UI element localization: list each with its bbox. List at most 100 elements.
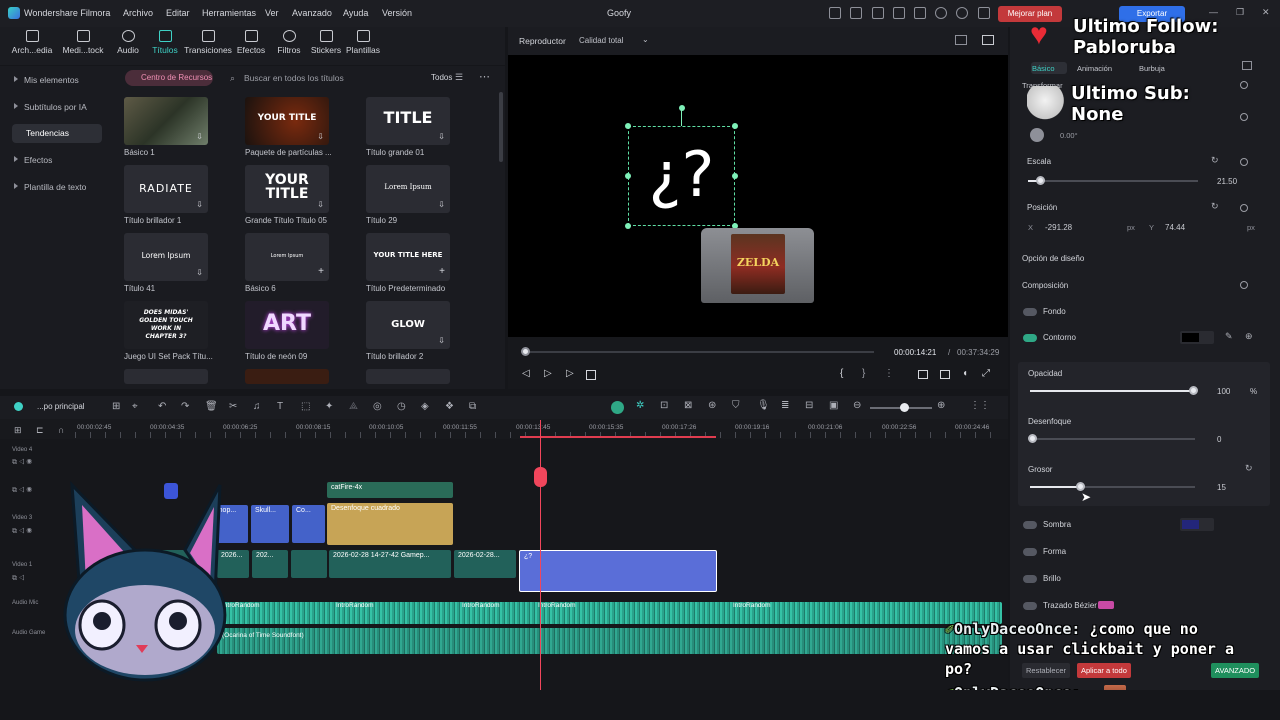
blur-slider-track[interactable] [1030,438,1195,440]
scale-value[interactable]: 21.50 [1217,177,1237,186]
beat-icon[interactable]: ⊛ [708,400,716,411]
blur-value[interactable]: 0 [1217,435,1221,444]
rotation-dial[interactable] [1030,128,1044,142]
reset-icon[interactable]: ↻ [1211,155,1219,166]
link-icon[interactable]: ⊏ [36,425,44,436]
eyedropper-icon[interactable]: ✎ [1225,331,1233,342]
tab-basic[interactable]: Básico [1032,64,1055,73]
ai-icon[interactable]: ✦ [325,401,333,412]
speed-icon[interactable]: ◷ [397,401,406,412]
marker-icon[interactable]: ⊡ [660,400,668,411]
tool-templates[interactable]: Plantillas [339,30,387,55]
zoom-in-icon[interactable]: ⊕ [937,400,945,411]
snapshot-icon[interactable] [982,35,994,45]
keyframe-icon[interactable] [1240,81,1248,89]
shape-toggle[interactable] [1023,548,1037,556]
tool-titles[interactable]: Títulos [141,30,189,55]
shadow-color-picker[interactable] [1180,518,1214,531]
sidebar-item-trends[interactable]: Tendencias [12,124,102,143]
filter-icon[interactable]: ☰ [455,72,463,83]
keyframe-icon[interactable] [1240,113,1248,121]
panel-layout-icon[interactable] [1242,61,1252,70]
display-icon[interactable] [918,370,928,379]
redo-icon[interactable]: ↷ [181,401,189,412]
title-thumb-default[interactable]: YOUR TITLE HERE + [366,233,450,281]
sidebar-item-effects[interactable]: Efectos [14,155,52,165]
zoom-slider-knob[interactable] [900,403,909,412]
delete-icon[interactable]: 🗑 [205,401,218,412]
outline-toggle[interactable] [1023,334,1037,342]
resize-handle[interactable] [625,123,631,129]
tool-stock-media[interactable]: Medi...tock [59,30,107,55]
more-tools-icon[interactable]: ⧉ [469,401,476,412]
resize-handle[interactable] [625,173,631,179]
resize-handle[interactable] [732,123,738,129]
more-options-icon[interactable]: ⋯ [479,70,490,83]
advanced-button[interactable]: AVANZADO [1211,663,1260,678]
gallery-icon[interactable] [872,7,884,19]
volume-icon[interactable]: ◖ [962,368,968,379]
pip-icon[interactable]: ▣ [829,400,838,411]
layout-icon[interactable] [914,7,926,19]
mark-in-icon[interactable]: { [840,368,843,379]
title-thumb-29[interactable]: Lorem Ipsum ⇩ [366,165,450,213]
title-thumb-partial[interactable] [245,369,329,384]
menu-ver[interactable]: Ver [265,8,279,18]
sidebar-item-my-elements[interactable]: Mis elementos [14,75,79,85]
mask-icon[interactable]: ⟁ [349,401,358,412]
zoom-out-icon[interactable]: ⊖ [853,400,861,411]
grid-icon[interactable]: ⊞ [112,401,120,412]
settings-icon[interactable] [956,7,968,19]
title-thumb-big-title-05[interactable]: YOUR TITLE ⇩ [245,165,329,213]
undo-icon[interactable]: ↶ [158,401,166,412]
play-pause-icon[interactable]: ▷ [544,368,552,379]
title-thumb-big-title[interactable]: TITLE ⇩ [366,97,450,145]
menu-editar[interactable]: Editar [166,8,190,18]
keyframe-icon[interactable] [1240,204,1248,212]
close-icon[interactable]: ✕ [1262,7,1270,18]
shadow-toggle[interactable] [1023,521,1037,529]
effects-icon[interactable]: ❖ [445,401,454,412]
reset-button[interactable]: Restablecer [1022,663,1071,678]
title-thumb-particles[interactable]: YOUR TITLE ⇩ [245,97,329,145]
audio-waveform-soundtrack[interactable] [217,628,1002,654]
add-outline-icon[interactable]: ⊕ [1245,331,1253,342]
color-icon[interactable]: ◎ [373,401,382,412]
background-toggle[interactable] [1023,308,1037,316]
layout-icon[interactable] [955,35,967,45]
keyframe-icon[interactable] [1240,281,1248,289]
voiceover-icon[interactable]: ≣ [781,400,789,411]
pos-x-input[interactable]: -291.28 [1045,223,1072,232]
download-icon[interactable] [978,7,990,19]
apply-all-button[interactable]: Aplicar a todo [1077,663,1131,678]
cut-icon[interactable]: ✂ [229,401,237,412]
title-thumb-basic-6[interactable]: Lorem Ipsum + [245,233,329,281]
clip-title-selected[interactable]: ¿? [519,550,717,592]
library-search-input[interactable]: Buscar en todos los títulos [244,73,344,83]
menu-version[interactable]: Versión [382,8,412,18]
track-controls-icon[interactable]: ⧉ ◁ ◉ [12,459,32,467]
tab-animation[interactable]: Animación [1077,64,1112,73]
clip-catfire[interactable]: catFire-4x [327,482,453,498]
rotate-handle[interactable] [679,105,685,111]
timeline-layout-icon[interactable]: ⋮⋮ [970,400,990,411]
menu-avanzado[interactable]: Avanzado [292,8,332,18]
playback-progress-track[interactable] [524,351,874,353]
title-thumb-basic-1[interactable]: ⇩ [124,97,208,145]
title-thumb-partial[interactable] [124,369,208,384]
save-icon[interactable] [893,7,905,19]
bezier-toggle[interactable] [1023,602,1037,610]
track-controls-icon[interactable]: ⧉ ◁ ◉ [12,528,32,536]
tool-transitions[interactable]: Transiciones [184,30,232,55]
clip-video-d[interactable]: 2026-02-28... [454,550,516,578]
reset-icon[interactable]: ↻ [1211,201,1219,212]
clip-icon[interactable]: ⊟ [805,400,813,411]
track-controls-icon[interactable]: ⧉ ◁ [12,575,25,583]
title-thumb-neon-09[interactable]: ART [245,301,329,349]
snap-icon[interactable]: ✲ [636,400,644,411]
resource-center-tab[interactable]: Centro de Recursos [125,70,213,86]
clip-gameplay[interactable]: 2026-02-28 14-27-42 Gamep... [329,550,451,578]
glow-toggle[interactable] [1023,575,1037,583]
title-thumb-glow-2[interactable]: GLOW ⇩ [366,301,450,349]
clip-co[interactable]: Co... [292,505,325,543]
